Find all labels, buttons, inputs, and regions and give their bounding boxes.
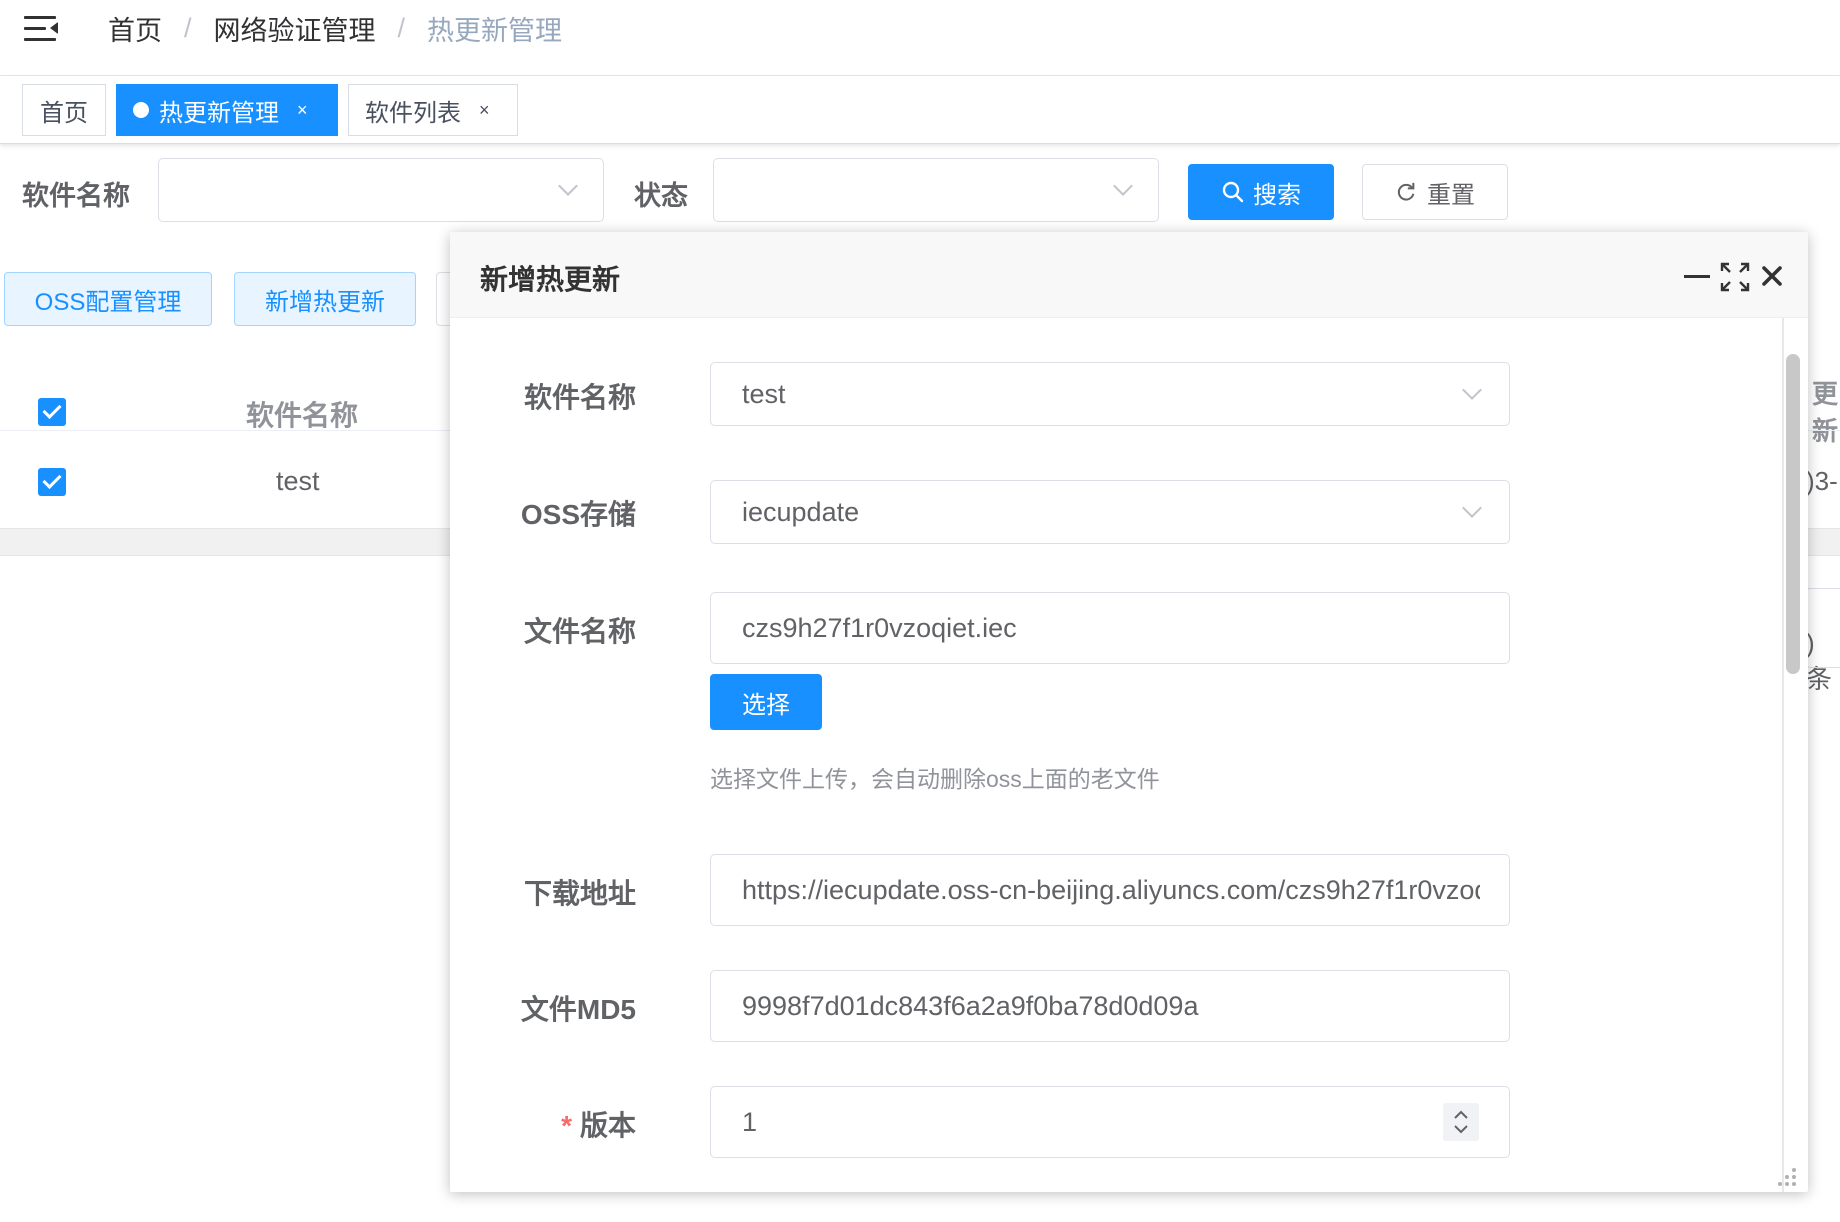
oss-config-label: OSS配置管理 [34,288,182,316]
search-icon [1222,181,1244,203]
navbar: 首页 / 网络验证管理 / 热更新管理 [0,0,1840,76]
required-mark: * [561,1110,572,1141]
dialog-scroll-thumb[interactable] [1786,354,1800,674]
dialog-filename-value: czs9h27f1r0vzoqiet.iec [742,612,1017,643]
cell-partial: )3- [1806,466,1838,496]
tag-label: 热更新管理 [159,99,279,127]
breadcrumb-separator: / [184,12,192,43]
status-label: 状态 [634,181,688,211]
dialog-version-input[interactable]: 1 [710,1086,1510,1158]
breadcrumb: 首页 / 网络验证管理 / 热更新管理 [108,8,562,48]
dialog-md5-label: 文件MD5 [520,994,636,1025]
dialog-software-value: test [742,378,786,409]
reset-button[interactable]: 重置 [1362,164,1508,220]
close-icon[interactable] [1760,264,1784,288]
tags-view: 首页 热更新管理 × 软件列表 × [0,76,1840,144]
choose-file-button[interactable]: 选择 [710,674,822,730]
add-hot-update-label: 新增热更新 [265,288,385,316]
dialog-oss-value: iecupdate [742,496,860,527]
hamburger-icon[interactable] [24,14,60,44]
dialog-title: 新增热更新 [480,264,621,295]
breadcrumb-current: 热更新管理 [427,15,563,46]
status-select[interactable] [713,158,1159,222]
active-dot-icon [133,102,149,118]
upload-hint: 选择文件上传，会自动删除oss上面的老文件 [710,766,1160,792]
breadcrumb-home[interactable]: 首页 [108,9,162,48]
minimize-icon[interactable] [1684,275,1710,278]
tag-software-list[interactable]: 软件列表 × [348,84,518,136]
column-update-partial: 更新 [1812,379,1839,446]
breadcrumb-network-auth[interactable]: 网络验证管理 [214,9,376,48]
tag-hot-update[interactable]: 热更新管理 × [116,84,338,136]
search-button-label: 搜索 [1253,181,1301,209]
stepper-arrows-icon [1454,1110,1468,1134]
resize-grip-icon[interactable] [1776,1166,1798,1188]
pagination-box [1806,588,1840,668]
dialog-oss-label: OSS存储 [520,499,636,530]
dialog-download-label: 下载地址 [523,878,636,909]
dialog-download-input[interactable]: https://iecupdate.oss-cn-beijing.aliyunc… [710,854,1510,926]
tag-label: 软件列表 [365,99,461,127]
software-name-select[interactable] [158,158,604,222]
close-icon[interactable]: × [479,100,490,121]
dialog-scrollbar[interactable] [1782,318,1800,1192]
add-hot-update-button[interactable]: 新增热更新 [234,272,416,326]
tag-label: 首页 [40,99,88,127]
tag-home[interactable]: 首页 [22,84,106,136]
choose-file-label: 选择 [742,691,790,719]
dialog-version-value: 1 [742,1106,758,1137]
dialog-header: 新增热更新 [450,232,1808,318]
dialog-filename-input[interactable]: czs9h27f1r0vzoqiet.iec [710,592,1510,664]
dialog-oss-select[interactable]: iecupdate [710,480,1510,544]
dialog-software-label: 软件名称 [523,382,636,413]
reset-button-label: 重置 [1427,181,1475,209]
dialog-md5-value: 9998f7d01dc843f6a2a9f0ba78d0d09a [742,990,1199,1021]
add-hot-update-dialog: 新增热更新 软件名称 test OSS存储 iecupdate 文件名称 czs… [450,232,1808,1192]
row-checkbox[interactable] [38,468,66,496]
breadcrumb-separator: / [397,12,406,43]
software-name-label: 软件名称 [22,181,130,211]
dialog-version-label-text: 版本 [579,1110,636,1141]
cell-software-name: test [276,466,320,496]
version-stepper[interactable] [1443,1103,1479,1141]
dialog-software-select[interactable]: test [710,362,1510,426]
chevron-down-icon [558,176,578,196]
select-all-checkbox[interactable] [38,398,66,426]
chevron-down-icon [1113,176,1133,196]
maximize-icon[interactable] [1720,262,1750,292]
dialog-version-label: * 版本 [561,1104,636,1144]
column-software-name: 软件名称 [246,400,359,431]
search-button[interactable]: 搜索 [1188,164,1334,220]
refresh-icon [1397,182,1415,201]
dialog-download-value: https://iecupdate.oss-cn-beijing.aliyunc… [742,874,1480,905]
dialog-md5-input[interactable]: 9998f7d01dc843f6a2a9f0ba78d0d09a [710,970,1510,1042]
dialog-filename-label: 文件名称 [523,616,636,647]
oss-config-button[interactable]: OSS配置管理 [4,272,212,326]
close-icon[interactable]: × [297,100,308,121]
